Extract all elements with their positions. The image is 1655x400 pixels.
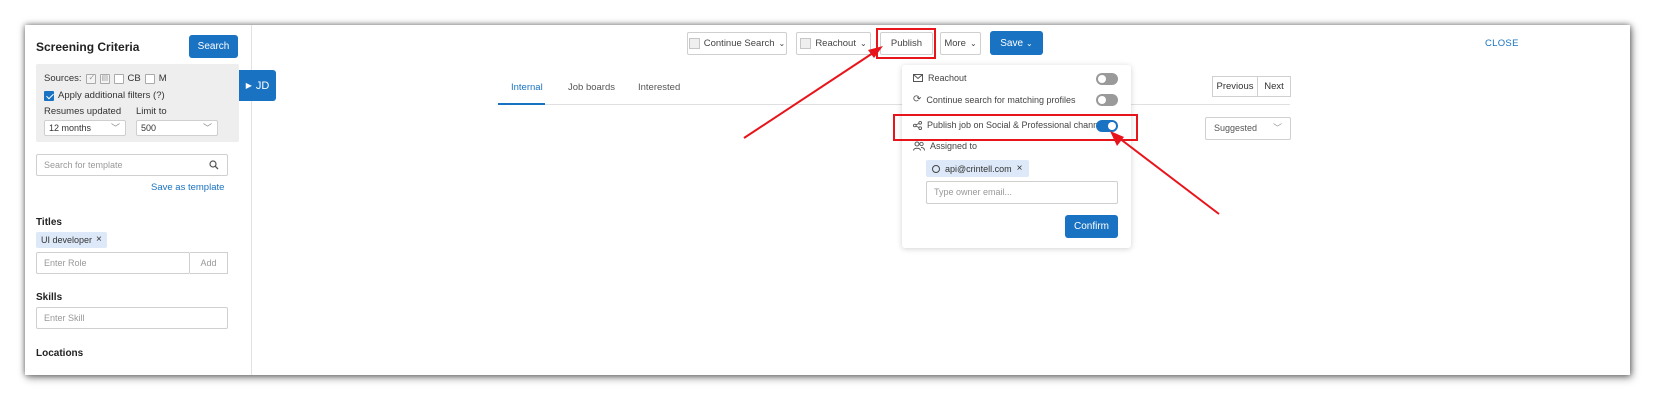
continue-search-label: Continue Search: [703, 38, 775, 49]
chevron-down-icon: ⌄: [969, 39, 977, 48]
assigned-to-row: Assigned to: [913, 141, 977, 151]
jd-label: JD: [255, 79, 270, 92]
tab-job-boards[interactable]: Job boards: [568, 82, 615, 93]
arrow-to-publish-toggle: [1118, 137, 1220, 215]
chevron-down-icon: ⌄: [778, 39, 786, 48]
resumes-updated-select[interactable]: 12 months ﹀: [44, 120, 126, 136]
chevron-down-icon: ﹀: [110, 123, 120, 133]
continue-search-option-label: Continue search for matching profiles: [926, 94, 1076, 105]
reachout-toggle[interactable]: [1096, 73, 1118, 85]
limit-value: 500: [141, 123, 157, 133]
app-window: Screening Criteria Search Sources: ✓ ▤ C…: [25, 25, 1630, 375]
search-button[interactable]: Search: [189, 35, 238, 58]
jd-tab[interactable]: ▶ JD: [239, 70, 276, 101]
filters-panel: Sources: ✓ ▤ CB M Apply additional filte…: [36, 64, 239, 142]
more-button[interactable]: More ⌄: [940, 32, 981, 55]
publish-dropdown: Reachout ⟳ Continue search for matching …: [902, 65, 1131, 248]
source-cb-checkbox[interactable]: [113, 73, 124, 84]
owner-email-placeholder: Type owner email...: [934, 187, 1013, 197]
chevron-down-icon: ⌄: [1026, 38, 1033, 48]
check-icon: ✓: [88, 72, 96, 82]
continue-search-button[interactable]: Continue Search ⌄: [687, 32, 787, 55]
database-icon: ▤: [101, 74, 109, 82]
tab-internal[interactable]: Internal: [511, 82, 543, 93]
save-button[interactable]: Save ⌄: [990, 31, 1043, 55]
title-chip: UI developer ×: [36, 232, 107, 248]
limit-select[interactable]: 500 ﹀: [136, 120, 218, 136]
sources-label: Sources:: [44, 73, 82, 84]
title-chip-label: UI developer: [41, 235, 93, 245]
save-template-link[interactable]: Save as template: [151, 182, 224, 193]
previous-button[interactable]: Previous: [1212, 76, 1258, 97]
reachout-label: Reachout: [815, 38, 856, 49]
sort-select[interactable]: Suggested ﹀: [1205, 117, 1291, 140]
sort-value: Suggested: [1214, 123, 1258, 133]
resumes-updated-label: Resumes updated: [44, 106, 122, 117]
tab-interested[interactable]: Interested: [638, 82, 680, 93]
source-cb-label: CB: [127, 73, 141, 84]
chevron-down-icon: ⌄: [859, 39, 867, 48]
source-internal-checkbox[interactable]: ✓: [85, 72, 96, 84]
titles-label: Titles: [36, 217, 62, 228]
assigned-to-label: Assigned to: [930, 141, 978, 151]
resumes-updated-value: 12 months: [49, 123, 92, 133]
next-button[interactable]: Next: [1257, 76, 1291, 97]
add-role-button[interactable]: Add: [190, 252, 228, 274]
apply-filters-row: Apply additional filters (?): [44, 90, 165, 101]
source-m-label: M: [158, 73, 167, 84]
search-icon[interactable]: [209, 160, 219, 170]
save-label: Save: [1000, 37, 1024, 49]
template-search-input[interactable]: Search for template: [36, 154, 228, 176]
apply-filters-label: Apply additional filters (?): [58, 90, 165, 101]
sidebar-title: Screening Criteria: [36, 40, 140, 54]
skill-input[interactable]: Enter Skill: [36, 307, 228, 329]
continue-search-option: ⟳ Continue search for matching profiles: [913, 94, 1075, 105]
owner-email: api@crintell.com: [945, 163, 1012, 174]
locations-label: Locations: [36, 348, 84, 359]
skills-label: Skills: [36, 292, 63, 303]
continue-search-toggle[interactable]: [1096, 94, 1118, 106]
confirm-button[interactable]: Confirm: [1065, 215, 1118, 238]
owner-chip: api@crintell.com ×: [926, 160, 1029, 177]
apply-filters-checkbox[interactable]: [44, 90, 54, 101]
refresh-icon: ⟳: [913, 94, 922, 105]
continue-search-checkbox[interactable]: [688, 38, 700, 49]
caret-right-icon: ▶: [245, 81, 252, 90]
chevron-down-icon: ﹀: [1272, 123, 1282, 133]
results-tabs: Internal Job boards Interested: [498, 75, 1290, 105]
reachout-option: Reachout: [913, 73, 967, 83]
close-icon[interactable]: ×: [96, 232, 102, 248]
template-search-placeholder: Search for template: [44, 160, 123, 170]
chevron-down-icon: ﹀: [202, 123, 212, 133]
close-link[interactable]: CLOSE: [1485, 38, 1519, 49]
sources-row: Sources: ✓ ▤ CB M: [44, 72, 167, 85]
reachout-checkbox[interactable]: [800, 38, 812, 49]
owner-email-input[interactable]: Type owner email...: [926, 181, 1118, 204]
publish-toggle-highlight-box: [893, 114, 1138, 141]
reachout-option-label: Reachout: [928, 73, 967, 83]
source-db-checkbox[interactable]: ▤: [99, 73, 110, 84]
users-icon: [913, 141, 925, 151]
active-tab-indicator: [498, 103, 545, 105]
role-input[interactable]: Enter Role: [36, 252, 190, 274]
limit-label: Limit to: [136, 106, 167, 117]
user-circle-icon: [932, 164, 940, 173]
reachout-button[interactable]: Reachout ⌄: [796, 32, 871, 55]
more-label: More: [944, 38, 966, 49]
publish-highlight-box: [876, 28, 936, 59]
role-placeholder: Enter Role: [44, 258, 87, 268]
skill-placeholder: Enter Skill: [44, 313, 85, 323]
close-icon[interactable]: ×: [1017, 163, 1023, 174]
mail-icon: [913, 74, 923, 82]
source-m-checkbox[interactable]: [144, 73, 155, 84]
screening-sidebar: Screening Criteria Search Sources: ✓ ▤ C…: [25, 25, 252, 375]
